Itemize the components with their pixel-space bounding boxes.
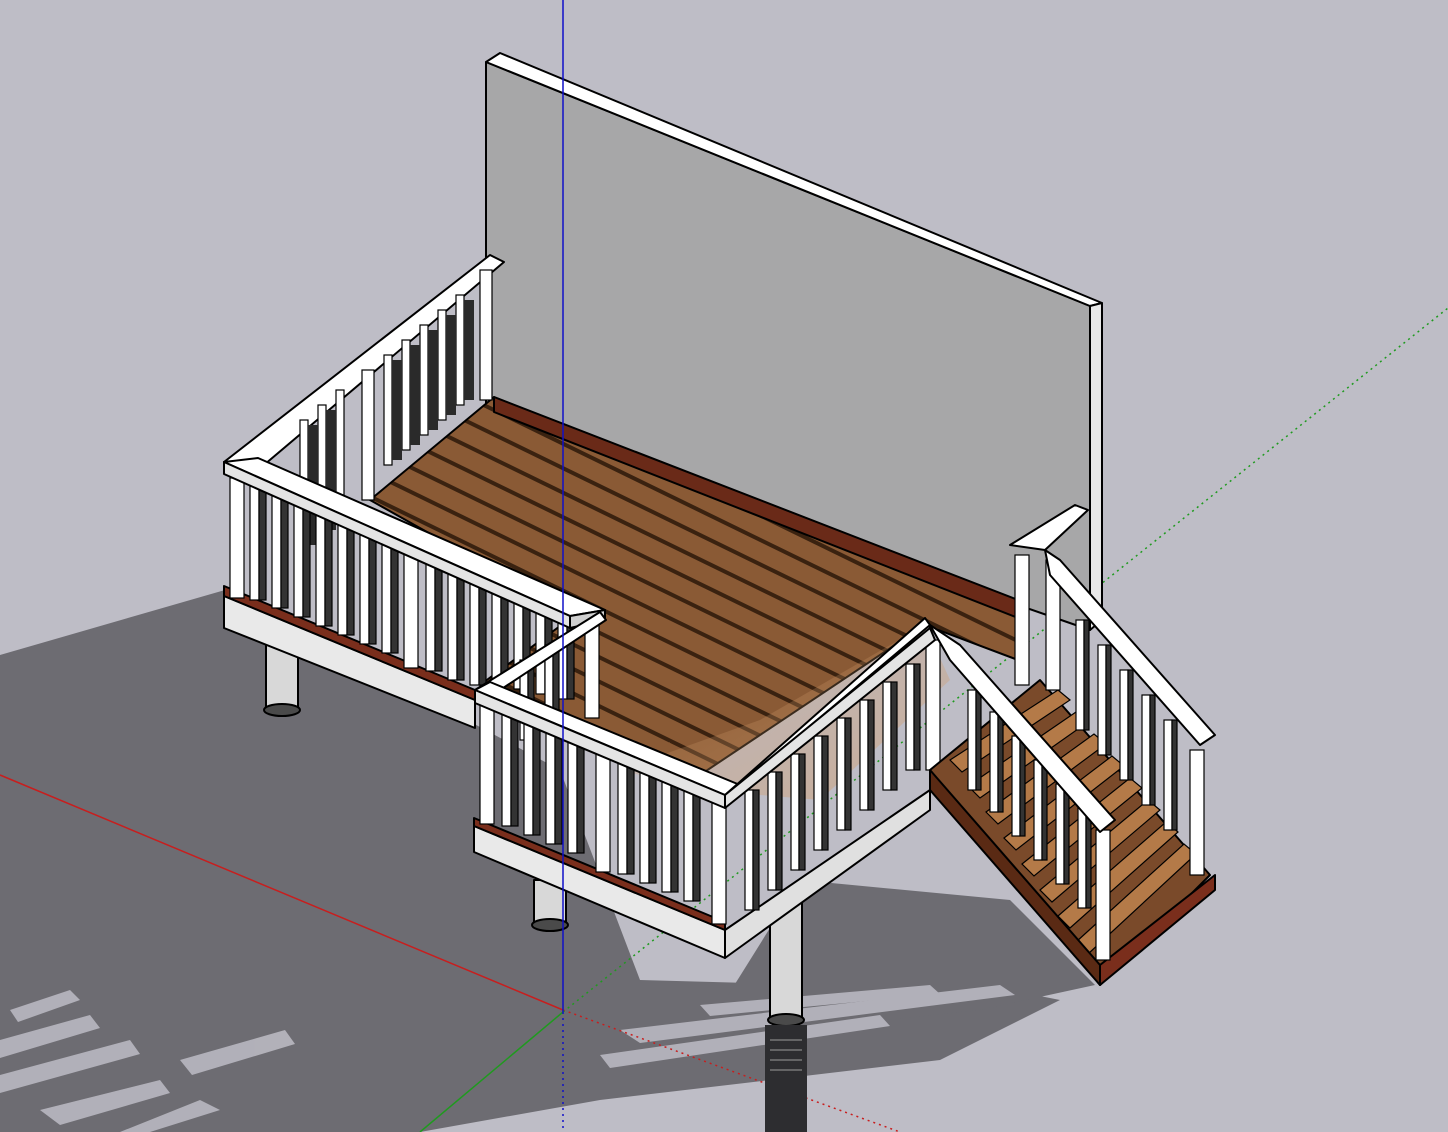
modeling-viewport[interactable] xyxy=(0,0,1448,1132)
scene-canvas[interactable] xyxy=(0,0,1448,1132)
post-footing-below xyxy=(765,1025,807,1132)
